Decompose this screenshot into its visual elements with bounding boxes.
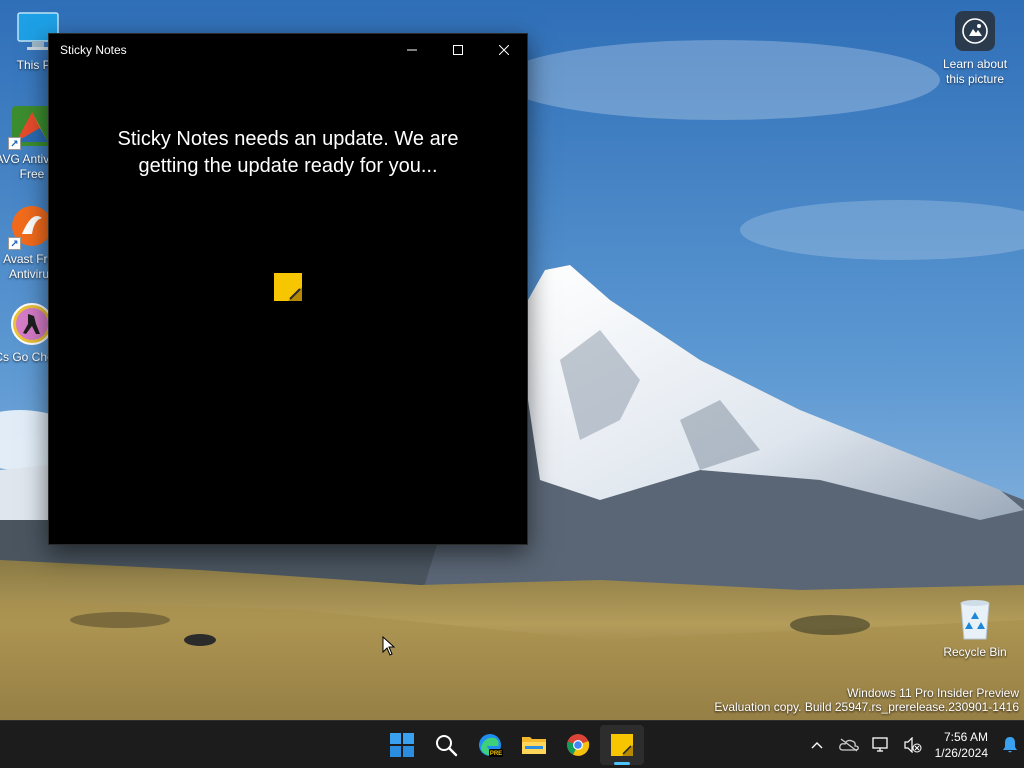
volume-muted-icon bbox=[904, 737, 922, 753]
clock-time: 7:56 AM bbox=[943, 730, 988, 744]
folder-icon bbox=[522, 737, 546, 754]
shortcut-arrow-icon: ↗ bbox=[8, 237, 21, 250]
learn-about-picture[interactable]: Learn about this picture bbox=[935, 11, 1015, 87]
show-hidden-icons-button[interactable] bbox=[801, 721, 833, 768]
maximize-button[interactable] bbox=[435, 34, 481, 66]
update-message: Sticky Notes needs an update. We are get… bbox=[117, 128, 459, 177]
learn-about-picture-label: Learn about this picture bbox=[942, 57, 1008, 86]
notifications-button[interactable] bbox=[996, 721, 1024, 768]
watermark-build: Evaluation copy. Build 25947.rs_prerelea… bbox=[714, 700, 1019, 714]
windows-logo-icon bbox=[390, 733, 414, 757]
close-icon bbox=[499, 45, 509, 55]
system-tray: 7:56 AM 1/26/2024 bbox=[801, 721, 1024, 768]
edge-icon: PRE bbox=[479, 734, 503, 757]
mouse-cursor-icon bbox=[382, 635, 396, 661]
taskbar-apps: PRE bbox=[380, 721, 644, 768]
windows-watermark: Windows 11 Pro Insider Preview Evaluatio… bbox=[714, 686, 1019, 714]
sticky-notes-logo-icon bbox=[274, 273, 302, 301]
search-icon bbox=[436, 735, 458, 757]
network-tray-button[interactable] bbox=[865, 721, 897, 768]
sticky-notes-window[interactable]: Sticky Notes Sticky Notes needs an updat… bbox=[48, 33, 528, 545]
taskbar-sticky-notes[interactable] bbox=[600, 725, 644, 765]
active-indicator bbox=[614, 762, 630, 765]
volume-tray-button[interactable] bbox=[897, 721, 929, 768]
onedrive-offline-icon bbox=[838, 738, 859, 752]
taskbar-chrome[interactable] bbox=[556, 721, 600, 768]
title-bar[interactable]: Sticky Notes bbox=[49, 34, 527, 66]
taskbar-edge-preview[interactable]: PRE bbox=[468, 721, 512, 768]
watermark-edition: Windows 11 Pro Insider Preview bbox=[847, 686, 1019, 700]
close-button[interactable] bbox=[481, 34, 527, 66]
edge-badge: PRE bbox=[490, 751, 502, 757]
minimize-icon bbox=[407, 49, 417, 51]
desktop-icon-recycle-bin[interactable]: Recycle Bin bbox=[935, 597, 1015, 660]
onedrive-tray-button[interactable] bbox=[833, 721, 865, 768]
window-controls bbox=[389, 34, 527, 66]
sticky-notes-icon bbox=[611, 734, 633, 756]
shortcut-arrow-icon: ↗ bbox=[8, 137, 21, 150]
bell-icon bbox=[1003, 737, 1017, 753]
recycle-bin-label: Recycle Bin bbox=[943, 645, 1007, 659]
maximize-icon bbox=[453, 45, 463, 55]
taskbar-file-explorer[interactable] bbox=[512, 721, 556, 768]
recycle-bin-icon bbox=[955, 597, 995, 641]
network-icon bbox=[871, 737, 888, 752]
start-button[interactable] bbox=[380, 721, 424, 768]
clock-date: 1/26/2024 bbox=[934, 746, 988, 760]
window-title: Sticky Notes bbox=[60, 43, 127, 57]
minimize-button[interactable] bbox=[389, 34, 435, 66]
taskbar-clock[interactable]: 7:56 AM 1/26/2024 bbox=[929, 729, 996, 761]
chrome-icon bbox=[567, 734, 590, 756]
search-button[interactable] bbox=[424, 721, 468, 768]
chevron-up-icon bbox=[811, 742, 823, 749]
taskbar: PRE 7:56 AM 1/26/2024 bbox=[0, 720, 1024, 768]
camera-spotlight-icon bbox=[955, 11, 995, 51]
